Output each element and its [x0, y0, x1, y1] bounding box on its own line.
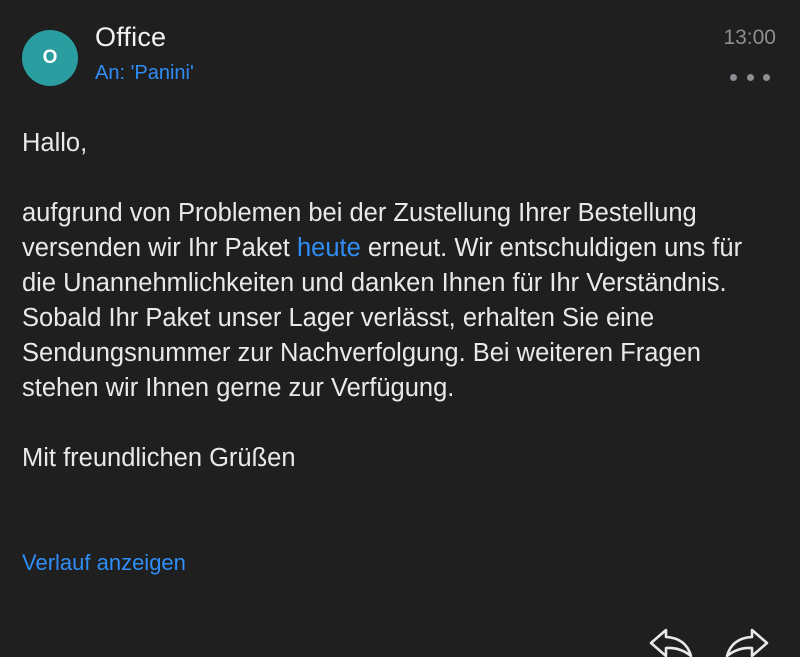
avatar[interactable]: O — [22, 30, 78, 86]
message-body: Hallo, aufgrund von Problemen bei der Zu… — [22, 126, 782, 476]
email-view: O Office An: 'Panini' 13:00 Hallo, aufgr… — [0, 0, 800, 657]
reply-icon[interactable] — [648, 626, 694, 657]
dot — [730, 73, 737, 81]
dot — [746, 73, 754, 81]
paragraph-1: aufgrund von Problemen bei der Zustellun… — [22, 196, 782, 301]
date-link[interactable]: heute — [297, 234, 361, 262]
show-history-link[interactable]: Verlauf anzeigen — [22, 550, 186, 576]
greeting: Hallo, — [22, 129, 88, 157]
closing: Mit freundlichen Grüßen — [22, 444, 296, 472]
paragraph-2: Sobald Ihr Paket unser Lager verlässt, e… — [22, 304, 701, 402]
recipient-line[interactable]: An: 'Panini' — [95, 62, 194, 85]
forward-icon[interactable] — [724, 626, 770, 657]
dot — [763, 73, 770, 81]
sender-name[interactable]: Office — [95, 22, 166, 53]
more-options-icon[interactable] — [730, 66, 770, 88]
message-time: 13:00 — [723, 26, 776, 49]
